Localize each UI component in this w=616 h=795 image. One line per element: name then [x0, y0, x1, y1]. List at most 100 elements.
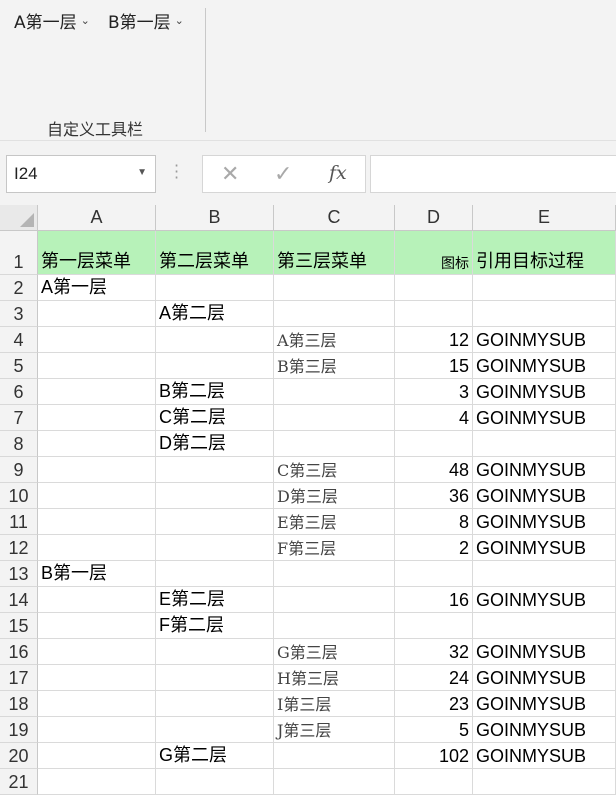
cell-c4[interactable]: A第三层: [274, 327, 395, 353]
cell-b5[interactable]: [156, 353, 274, 379]
cell-d8[interactable]: [395, 431, 473, 457]
cell-a11[interactable]: [38, 509, 156, 535]
cell-e13[interactable]: [473, 561, 616, 587]
row-header[interactable]: 13: [0, 561, 38, 587]
cell-b15[interactable]: F第二层: [156, 613, 274, 639]
cell-c7[interactable]: [274, 405, 395, 431]
cell-a18[interactable]: [38, 691, 156, 717]
cell-b17[interactable]: [156, 665, 274, 691]
cell-e10[interactable]: GOINMYSUB: [473, 483, 616, 509]
cell-a3[interactable]: [38, 301, 156, 327]
cell-d6[interactable]: 3: [395, 379, 473, 405]
cell-b11[interactable]: [156, 509, 274, 535]
cell-e11[interactable]: GOINMYSUB: [473, 509, 616, 535]
cell-b16[interactable]: [156, 639, 274, 665]
column-header-d[interactable]: D: [395, 205, 473, 231]
cell-e20[interactable]: GOINMYSUB: [473, 743, 616, 769]
cell-d15[interactable]: [395, 613, 473, 639]
cell-e21[interactable]: [473, 769, 616, 795]
row-header[interactable]: 18: [0, 691, 38, 717]
cell-b20[interactable]: G第二层: [156, 743, 274, 769]
cell-d10[interactable]: 36: [395, 483, 473, 509]
cell-a6[interactable]: [38, 379, 156, 405]
row-header[interactable]: 15: [0, 613, 38, 639]
cell-d21[interactable]: [395, 769, 473, 795]
cell-a4[interactable]: [38, 327, 156, 353]
cell-d9[interactable]: 48: [395, 457, 473, 483]
cell-b3[interactable]: A第二层: [156, 301, 274, 327]
cell-c5[interactable]: B第三层: [274, 353, 395, 379]
cell-e15[interactable]: [473, 613, 616, 639]
cell-e4[interactable]: GOINMYSUB: [473, 327, 616, 353]
cell-b7[interactable]: C第二层: [156, 405, 274, 431]
cell-a19[interactable]: [38, 717, 156, 743]
cell-d17[interactable]: 24: [395, 665, 473, 691]
cell-a14[interactable]: [38, 587, 156, 613]
cell-c14[interactable]: [274, 587, 395, 613]
row-header[interactable]: 8: [0, 431, 38, 457]
cell-a10[interactable]: [38, 483, 156, 509]
cell-c19[interactable]: J第三层: [274, 717, 395, 743]
cell-e2[interactable]: [473, 275, 616, 301]
cell-b19[interactable]: [156, 717, 274, 743]
row-header[interactable]: 17: [0, 665, 38, 691]
row-header[interactable]: 11: [0, 509, 38, 535]
cell-d2[interactable]: [395, 275, 473, 301]
menu-b-first-level-button[interactable]: B第一层 ⌄: [108, 8, 184, 33]
row-header[interactable]: 6: [0, 379, 38, 405]
row-header[interactable]: 4: [0, 327, 38, 353]
row-header[interactable]: 10: [0, 483, 38, 509]
cell-c11[interactable]: E第三层: [274, 509, 395, 535]
cell-c20[interactable]: [274, 743, 395, 769]
menu-a-first-level-button[interactable]: A第一层 ⌄: [14, 8, 90, 33]
cell-a2[interactable]: A第一层: [38, 275, 156, 301]
cell-b1[interactable]: 第二层菜单: [156, 231, 274, 275]
row-header[interactable]: 14: [0, 587, 38, 613]
cell-c17[interactable]: H第三层: [274, 665, 395, 691]
cell-a21[interactable]: [38, 769, 156, 795]
cell-b10[interactable]: [156, 483, 274, 509]
cell-d20[interactable]: 102: [395, 743, 473, 769]
select-all-button[interactable]: [0, 205, 38, 231]
row-header[interactable]: 21: [0, 769, 38, 795]
row-header[interactable]: 9: [0, 457, 38, 483]
column-header-b[interactable]: B: [156, 205, 274, 231]
cell-a17[interactable]: [38, 665, 156, 691]
column-header-a[interactable]: A: [38, 205, 156, 231]
column-header-c[interactable]: C: [274, 205, 395, 231]
cell-b14[interactable]: E第二层: [156, 587, 274, 613]
cell-d11[interactable]: 8: [395, 509, 473, 535]
cell-a1[interactable]: 第一层菜单: [38, 231, 156, 275]
cell-a9[interactable]: [38, 457, 156, 483]
cell-e1[interactable]: 引用目标过程: [473, 231, 616, 275]
name-box[interactable]: I24 ▼: [6, 155, 156, 193]
insert-function-icon[interactable]: fx: [329, 162, 347, 184]
cell-a5[interactable]: [38, 353, 156, 379]
cell-a8[interactable]: [38, 431, 156, 457]
cell-e16[interactable]: GOINMYSUB: [473, 639, 616, 665]
cell-c1[interactable]: 第三层菜单: [274, 231, 395, 275]
row-header[interactable]: 12: [0, 535, 38, 561]
cell-a12[interactable]: [38, 535, 156, 561]
cancel-icon[interactable]: ✕: [221, 162, 239, 187]
cell-c10[interactable]: D第三层: [274, 483, 395, 509]
cell-b6[interactable]: B第二层: [156, 379, 274, 405]
cell-e17[interactable]: GOINMYSUB: [473, 665, 616, 691]
cell-b18[interactable]: [156, 691, 274, 717]
cell-d7[interactable]: 4: [395, 405, 473, 431]
cell-d19[interactable]: 5: [395, 717, 473, 743]
row-header[interactable]: 2: [0, 275, 38, 301]
cell-b8[interactable]: D第二层: [156, 431, 274, 457]
cell-e8[interactable]: [473, 431, 616, 457]
cell-c12[interactable]: F第三层: [274, 535, 395, 561]
row-header[interactable]: 7: [0, 405, 38, 431]
cell-c2[interactable]: [274, 275, 395, 301]
row-header[interactable]: 16: [0, 639, 38, 665]
cell-c16[interactable]: G第三层: [274, 639, 395, 665]
cell-c15[interactable]: [274, 613, 395, 639]
cell-b21[interactable]: [156, 769, 274, 795]
cell-b4[interactable]: [156, 327, 274, 353]
cell-d1[interactable]: 图标: [395, 231, 473, 275]
cell-a15[interactable]: [38, 613, 156, 639]
cell-c9[interactable]: C第三层: [274, 457, 395, 483]
